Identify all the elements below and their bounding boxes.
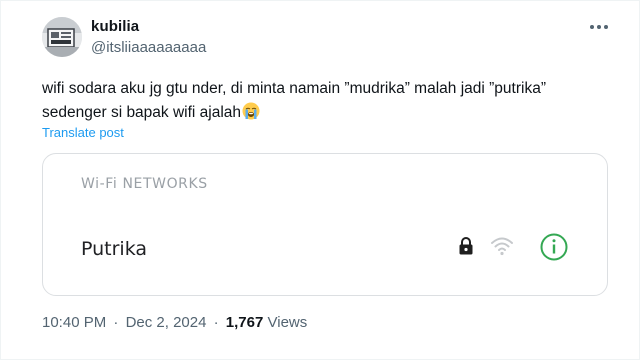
views-count[interactable]: 1,767 [226, 314, 264, 331]
wifi-networks-header: Wi-Fi NETWORKS [81, 176, 208, 192]
network-name: Putrika [81, 238, 148, 260]
loudly-crying-face-icon [242, 102, 260, 120]
tweet: kubilia @itsliiaaaaaaaaa wifi sodara aku… [0, 0, 640, 360]
display-name[interactable]: kubilia [91, 18, 139, 35]
views-label: Views [267, 314, 308, 331]
lock-icon [459, 237, 473, 255]
avatar[interactable] [42, 17, 82, 57]
user-handle[interactable]: @itsliiaaaaaaaaa [91, 39, 206, 56]
post-text: wifi sodara aku jg gtu nder, di minta na… [42, 77, 602, 125]
post-text-content: wifi sodara aku jg gtu nder, di minta na… [42, 80, 546, 121]
post-time[interactable]: 10:40 PM [42, 314, 106, 331]
avatar-image [42, 17, 82, 57]
info-icon[interactable] [540, 233, 568, 261]
post-date[interactable]: Dec 2, 2024 [126, 314, 207, 331]
post-metadata: 10:40 PM · Dec 2, 2024 · 1,767 Views [42, 314, 307, 331]
meta-separator: · [113, 314, 119, 331]
meta-separator: · [213, 314, 219, 331]
wifi-screenshot-card[interactable]: Wi-Fi NETWORKS Putrika [42, 153, 608, 296]
translate-post-link[interactable]: Translate post [42, 125, 124, 140]
wifi-icon [491, 237, 513, 256]
more-options-icon[interactable] [589, 23, 609, 31]
